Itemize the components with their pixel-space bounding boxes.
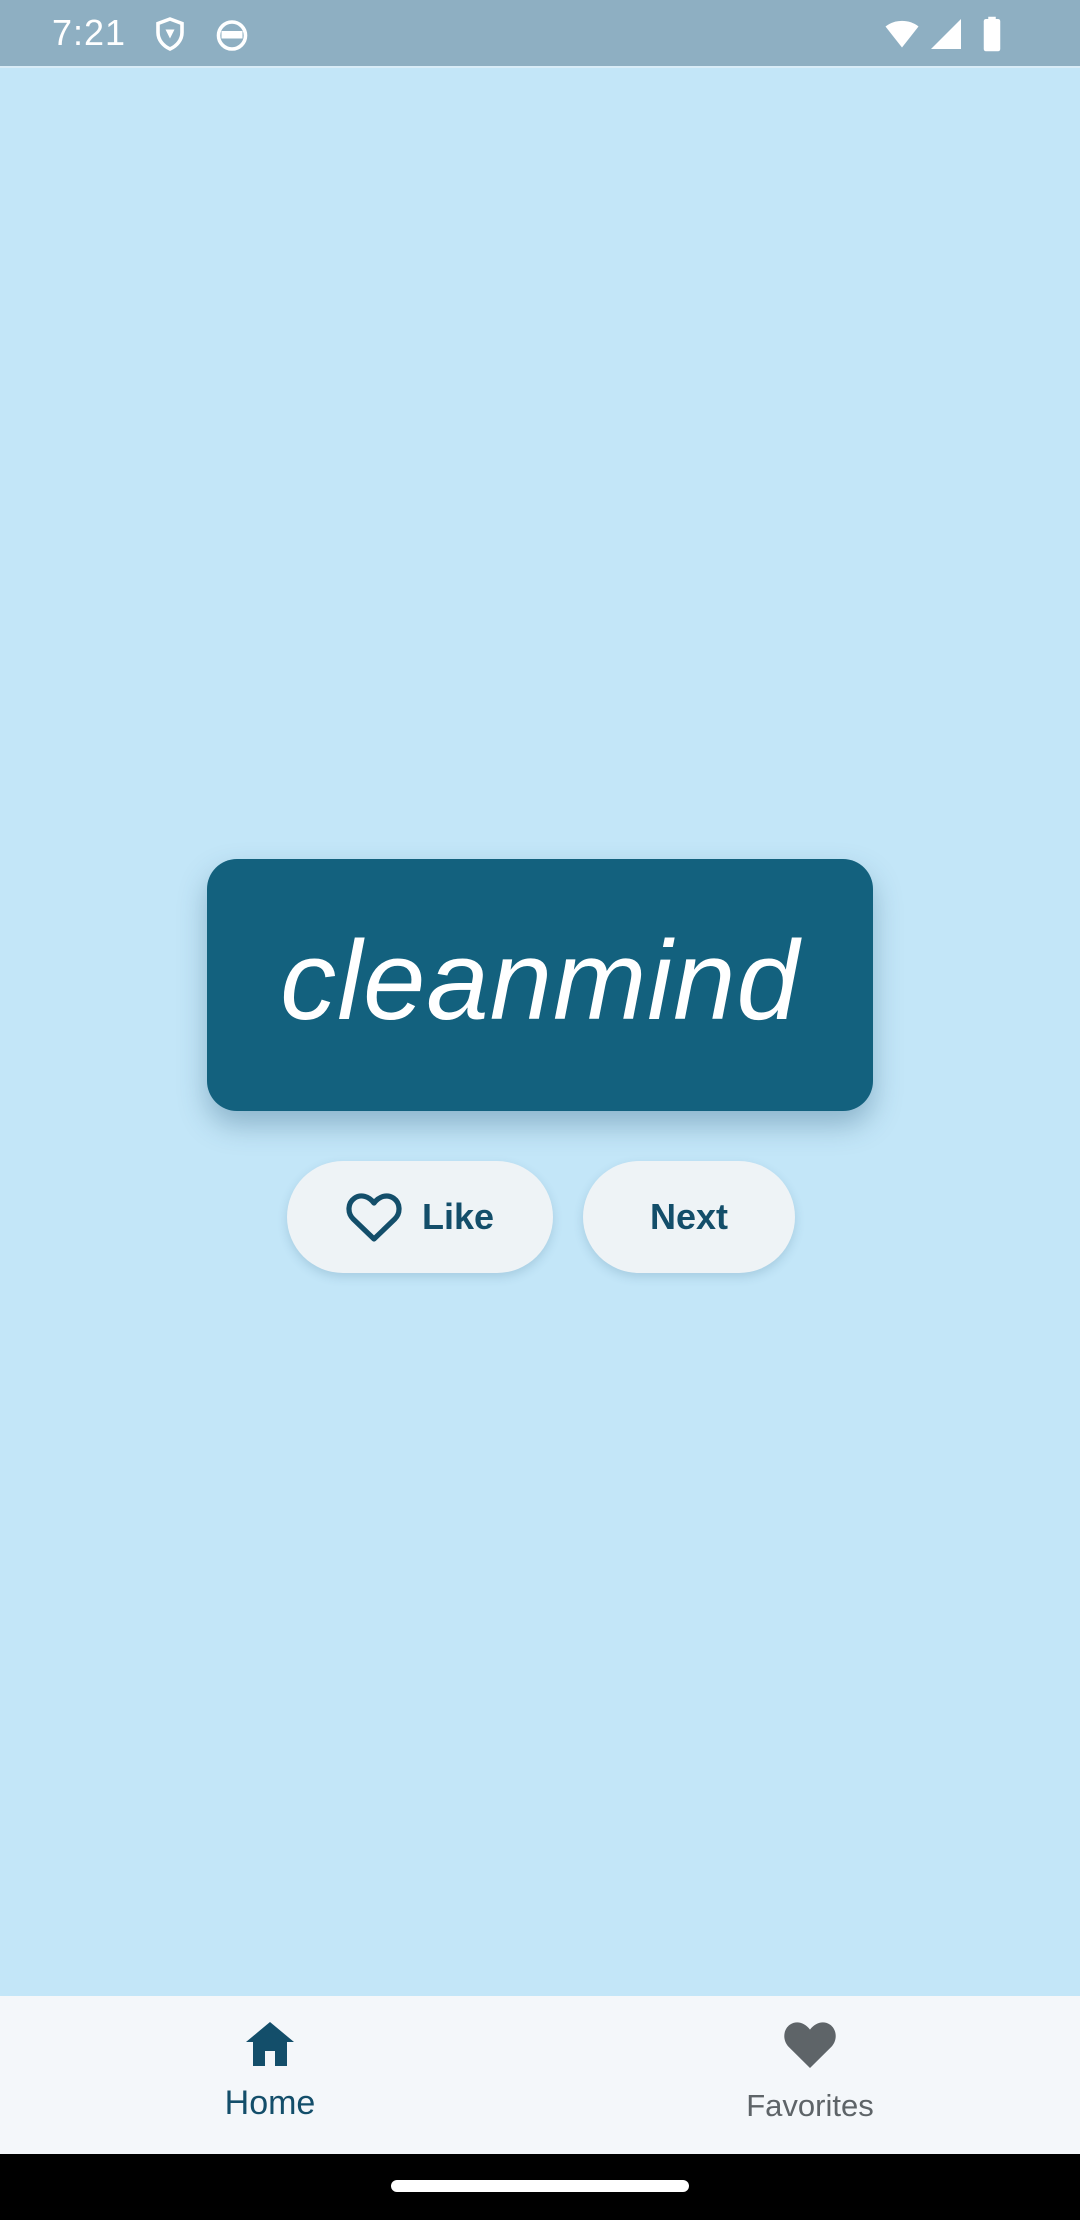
main-content: cleanmind Like Next xyxy=(0,68,1080,1996)
android-icon xyxy=(214,16,250,52)
signal-icon xyxy=(928,16,964,52)
nav-label-favorites: Favorites xyxy=(746,2088,874,2123)
status-bar: 7:21 xyxy=(0,0,1080,68)
shield-icon xyxy=(152,16,188,52)
wifi-icon xyxy=(882,16,922,52)
heart-icon xyxy=(782,2018,838,2070)
like-button[interactable]: Like xyxy=(287,1161,553,1273)
nav-item-home[interactable]: Home xyxy=(0,1996,540,2154)
gesture-handle[interactable] xyxy=(391,2180,689,2192)
nav-label-home: Home xyxy=(224,2084,316,2122)
heart-outline-icon xyxy=(346,1191,402,1243)
word-text: cleanmind xyxy=(280,918,800,1043)
nav-item-favorites[interactable]: Favorites xyxy=(540,1996,1080,2154)
next-button-label: Next xyxy=(649,1196,729,1237)
bottom-navigation: Home Favorites xyxy=(0,1996,1080,2154)
gesture-navigation-area xyxy=(0,2154,1080,2220)
next-button[interactable]: Next xyxy=(583,1161,795,1273)
status-time: 7:21 xyxy=(52,12,127,53)
like-button-label: Like xyxy=(421,1196,495,1237)
home-icon xyxy=(242,2018,298,2070)
battery-icon xyxy=(980,16,1004,52)
word-card: cleanmind xyxy=(207,859,873,1111)
